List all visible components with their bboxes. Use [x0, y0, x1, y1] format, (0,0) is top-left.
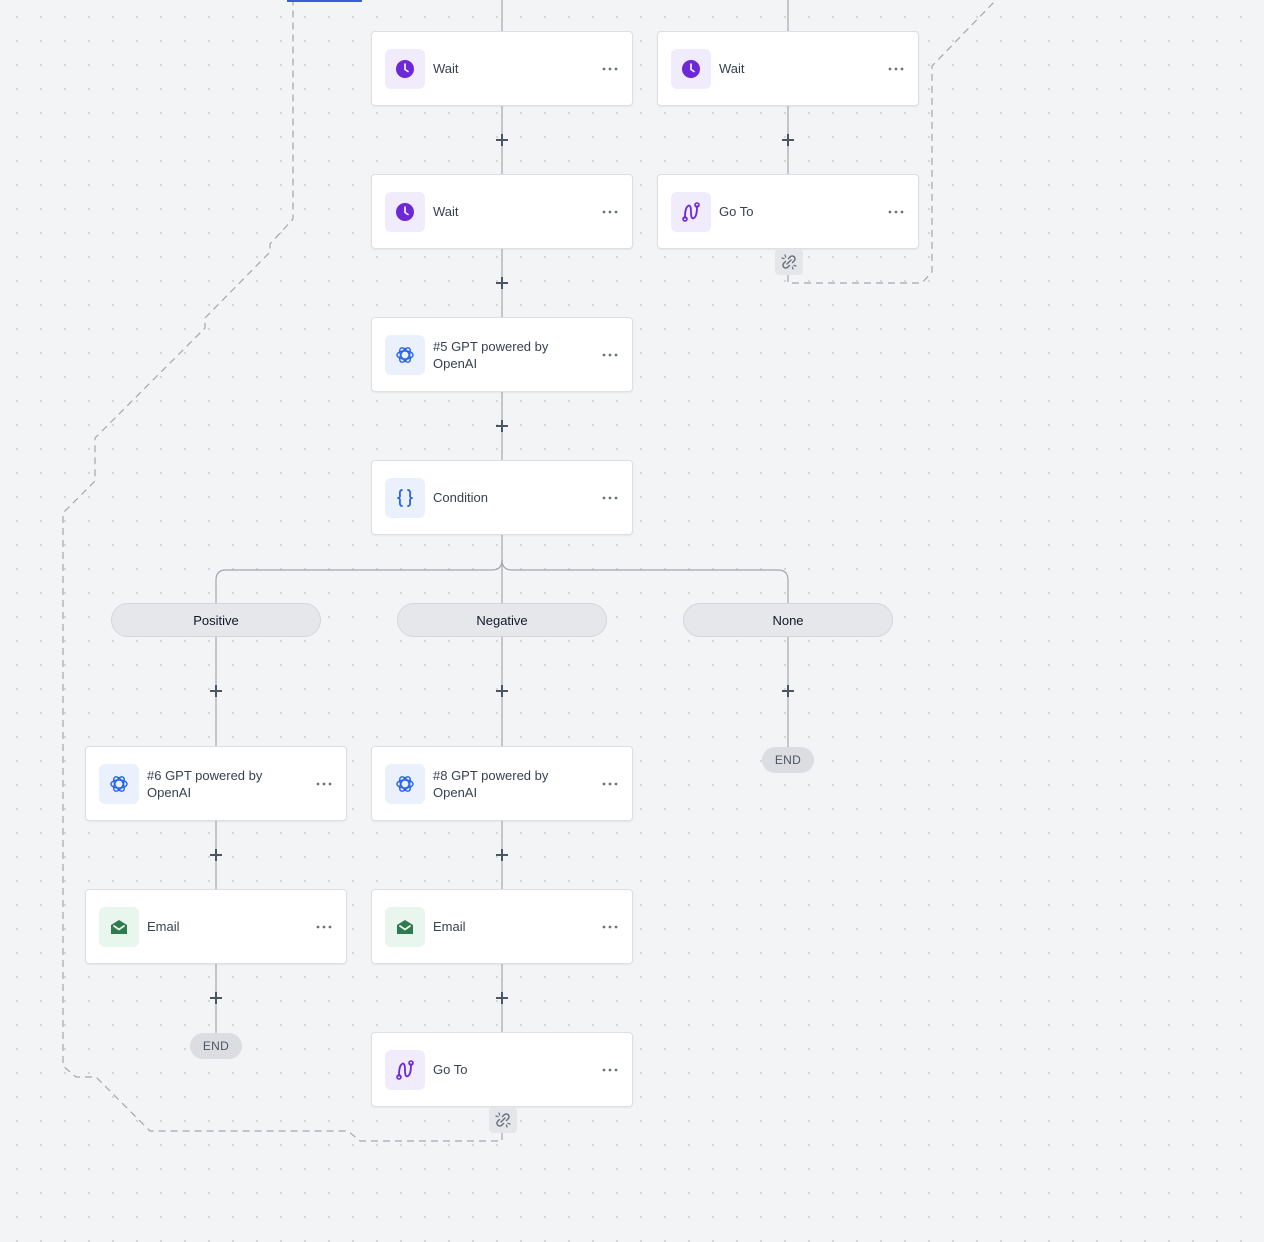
add-step-button[interactable] [493, 846, 511, 864]
wait-node[interactable]: Wait [371, 31, 633, 106]
branch-none[interactable]: None [683, 603, 893, 637]
clock-icon [385, 191, 425, 232]
end-marker: END [762, 747, 814, 773]
node-label: Go To [719, 204, 754, 219]
more-options-icon[interactable] [314, 774, 334, 794]
add-step-button[interactable] [493, 682, 511, 700]
gpt-node[interactable]: #5 GPT powered by OpenAI [371, 317, 633, 392]
clock-icon [385, 48, 425, 89]
broken-link-icon[interactable] [489, 1107, 517, 1133]
email-node[interactable]: Email [85, 889, 347, 964]
add-step-button[interactable] [779, 131, 797, 149]
node-label: Wait [433, 204, 459, 219]
add-step-button[interactable] [493, 131, 511, 149]
route-icon [385, 1049, 425, 1090]
add-step-button[interactable] [779, 682, 797, 700]
add-step-button[interactable] [207, 989, 225, 1007]
add-step-button[interactable] [493, 989, 511, 1007]
add-step-button[interactable] [207, 846, 225, 864]
branch-positive[interactable]: Positive [111, 603, 321, 637]
openai-icon [385, 763, 425, 804]
goto-node[interactable]: Go To [371, 1032, 633, 1107]
more-options-icon[interactable] [600, 917, 620, 937]
node-label: Condition [433, 490, 488, 505]
more-options-icon[interactable] [886, 202, 906, 222]
node-label: Wait [719, 61, 745, 76]
more-options-icon[interactable] [600, 59, 620, 79]
more-options-icon[interactable] [600, 1060, 620, 1080]
openai-icon [99, 763, 139, 804]
wait-node[interactable]: Wait [657, 31, 919, 106]
node-label: Email [147, 919, 180, 934]
clock-icon [671, 48, 711, 89]
braces-icon [385, 477, 425, 518]
add-step-button[interactable] [493, 417, 511, 435]
node-label: #5 GPT powered by OpenAI [433, 338, 549, 371]
envelope-open-icon [385, 906, 425, 947]
openai-icon [385, 334, 425, 375]
add-step-button[interactable] [207, 682, 225, 700]
node-label: #8 GPT powered by OpenAI [433, 767, 549, 800]
node-label: Go To [433, 1062, 468, 1077]
goto-node[interactable]: Go To [657, 174, 919, 249]
email-node[interactable]: Email [371, 889, 633, 964]
gpt-node[interactable]: #6 GPT powered by OpenAI [85, 746, 347, 821]
condition-node[interactable]: Condition [371, 460, 633, 535]
more-options-icon[interactable] [600, 488, 620, 508]
node-label: Wait [433, 61, 459, 76]
add-step-button[interactable] [493, 274, 511, 292]
more-options-icon[interactable] [600, 202, 620, 222]
end-marker: END [190, 1033, 242, 1059]
more-options-icon[interactable] [600, 345, 620, 365]
envelope-open-icon [99, 906, 139, 947]
wait-node[interactable]: Wait [371, 174, 633, 249]
active-tab-indicator [287, 0, 362, 2]
more-options-icon[interactable] [886, 59, 906, 79]
broken-link-icon[interactable] [775, 249, 803, 275]
node-label: #6 GPT powered by OpenAI [147, 767, 263, 800]
route-icon [671, 191, 711, 232]
gpt-node[interactable]: #8 GPT powered by OpenAI [371, 746, 633, 821]
more-options-icon[interactable] [314, 917, 334, 937]
node-label: Email [433, 919, 466, 934]
branch-negative[interactable]: Negative [397, 603, 607, 637]
more-options-icon[interactable] [600, 774, 620, 794]
